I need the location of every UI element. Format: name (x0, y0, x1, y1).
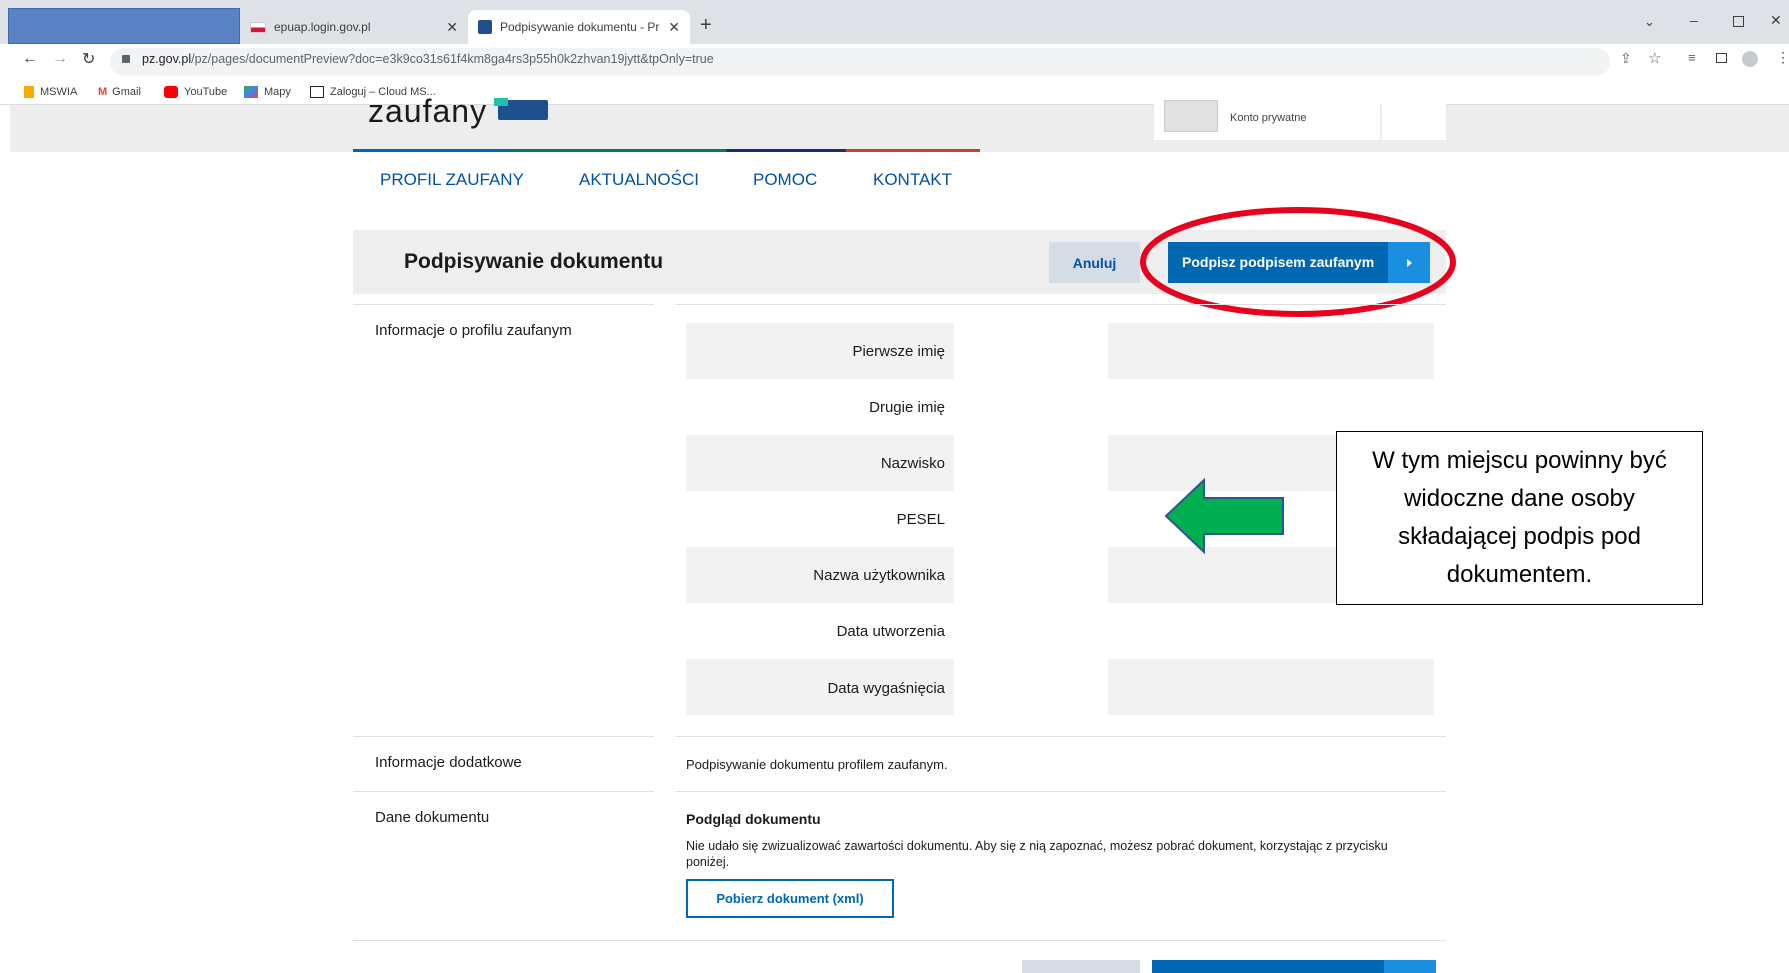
gmail-icon: M (98, 86, 108, 98)
nav-aktualnosci[interactable]: AKTUALNOŚCI (579, 170, 699, 190)
color-strip-green (506, 149, 726, 152)
section-label-document: Dane dokumentu (375, 809, 490, 826)
bookmark-maps[interactable]: Mapy (244, 84, 291, 100)
additional-text: Podpisywanie dokumentu profilem zaufanym… (686, 757, 948, 772)
cancel-button[interactable]: Anuluj (1049, 242, 1140, 283)
divider (676, 736, 1446, 737)
bookmark-gmail[interactable]: M Gmail (98, 84, 141, 100)
preview-text: Nie udało się zwizualizować zawartości d… (686, 839, 1388, 869)
field-second-name: Drugie imię (869, 399, 945, 416)
field-pesel: PESEL (896, 511, 945, 528)
field-value-bg (1108, 659, 1434, 715)
green-arrow-icon (1164, 478, 1284, 554)
download-button[interactable]: Pobierz dokument (xml) (686, 879, 894, 918)
nav-pomoc[interactable]: POMOC (753, 170, 817, 190)
page-title: Podpisywanie dokumentu (404, 250, 664, 273)
field-surname: Nazwisko (880, 455, 945, 472)
divider (353, 940, 1446, 941)
field-created: Data utworzenia (836, 623, 945, 640)
divider (353, 304, 654, 305)
account-box[interactable]: Konto prywatne (1154, 100, 1380, 140)
reading-list-icon[interactable]: ≡ (1688, 50, 1696, 65)
restore-button[interactable] (1733, 16, 1744, 27)
divider (353, 736, 654, 737)
nav-profil-zaufany[interactable]: PROFIL ZAUFANY (380, 170, 524, 190)
redacted-block (8, 8, 240, 44)
nav-kontakt[interactable]: KONTAKT (873, 170, 952, 190)
tab-title: Podpisywanie dokumentu - Profil (500, 20, 660, 34)
tab-title: epuap.login.gov.pl (274, 20, 371, 34)
field-value-bg (1108, 323, 1434, 379)
new-tab-button[interactable]: + (700, 14, 712, 37)
close-tab-icon[interactable]: ✕ (668, 19, 680, 36)
divider (676, 791, 1446, 792)
menu-kebab-icon[interactable]: ⋮ (1776, 49, 1789, 66)
sign-button-arrow (1384, 960, 1436, 973)
field-username: Nazwa użytkownika (813, 567, 945, 584)
share-icon[interactable]: ⇪ (1620, 50, 1632, 67)
field-first-name: Pierwsze imię (852, 343, 945, 360)
color-strip-navy (726, 149, 846, 152)
folder-icon (24, 86, 34, 98)
cancel-button-bottom[interactable] (1022, 960, 1140, 973)
section-label-profile: Informacje o profilu zaufanym (375, 322, 572, 339)
side-panel-icon[interactable] (1716, 53, 1727, 63)
url-path: /pz/pages/documentPreview?doc=e3k9co31s6… (191, 52, 714, 66)
tab-epuap[interactable]: epuap.login.gov.pl ✕ (240, 10, 468, 44)
color-strip-blue (353, 149, 506, 152)
pz-favicon-icon (478, 20, 492, 34)
account-type: Konto prywatne (1230, 112, 1307, 124)
section-label-additional: Informacje dodatkowe (375, 754, 522, 771)
flag-icon (250, 21, 266, 33)
close-window-button[interactable]: ✕ (1770, 12, 1782, 29)
tab-active[interactable]: Podpisywanie dokumentu - Profil ✕ (468, 10, 690, 44)
forward-icon[interactable]: → (52, 50, 68, 68)
avatar (1164, 100, 1218, 132)
color-strip-red (846, 149, 980, 152)
url-text: pz.gov.pl/pz/pages/documentPreview?doc=e… (142, 52, 714, 66)
account-menu-button[interactable] (1382, 100, 1446, 140)
preview-title: Podgląd dokumentu (686, 811, 821, 827)
divider (353, 791, 654, 792)
youtube-icon (164, 86, 178, 98)
bookmark-youtube[interactable]: YouTube (164, 84, 227, 100)
highlight-ellipse (1140, 207, 1456, 317)
annotation-callout: W tym miejscu powinny być widoczne dane … (1336, 431, 1703, 605)
logo-icon (494, 98, 548, 120)
page-icon (310, 86, 324, 98)
sign-button-bottom[interactable] (1152, 960, 1436, 973)
minimize-button[interactable]: – (1690, 12, 1698, 28)
bookmark-mswia[interactable]: MSWIA (24, 84, 77, 100)
lock-icon (122, 55, 130, 63)
profile-avatar-icon[interactable] (1742, 51, 1758, 67)
back-icon[interactable]: ← (22, 50, 38, 68)
field-expires: Data wygaśnięcia (827, 680, 945, 697)
maps-icon (244, 86, 258, 98)
logo-text: zaufany (368, 93, 488, 129)
reload-icon[interactable]: ↻ (82, 49, 95, 69)
close-tab-icon[interactable]: ✕ (446, 19, 458, 36)
url-host: pz.gov.pl (142, 52, 192, 66)
divider (676, 304, 1446, 305)
site-header (10, 105, 1789, 152)
bookmark-star-icon[interactable]: ☆ (1648, 49, 1661, 67)
tab-search-icon[interactable]: ⌄ (1644, 14, 1655, 30)
annotation-text: W tym miejscu powinny być widoczne dane … (1372, 447, 1667, 588)
